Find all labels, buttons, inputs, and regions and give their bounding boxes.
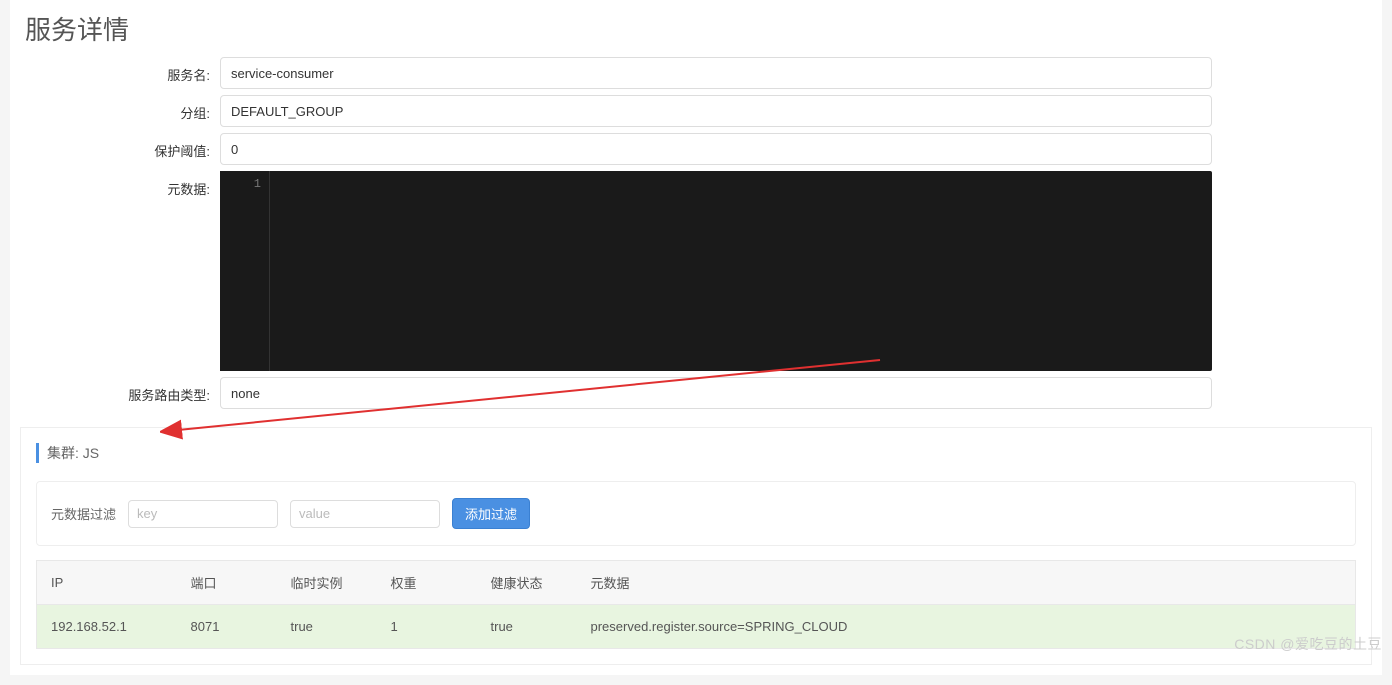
cell-weight: 1 (377, 605, 477, 649)
editor-gutter: 1 (220, 171, 270, 371)
editor-content[interactable] (270, 171, 1212, 371)
service-name-label: 服务名: (20, 57, 220, 84)
th-port: 端口 (177, 561, 277, 605)
protect-threshold-label: 保护阈值: (20, 133, 220, 160)
filter-key-input[interactable] (128, 500, 278, 528)
service-name-input[interactable] (220, 57, 1212, 89)
cell-metadata: preserved.register.source=SPRING_CLOUD (577, 605, 1356, 649)
add-filter-button[interactable]: 添加过滤 (452, 498, 530, 529)
cell-port: 8071 (177, 605, 277, 649)
page-title: 服务详情 (20, 0, 1372, 57)
route-type-label: 服务路由类型: (20, 377, 220, 404)
cluster-title-prefix: 集群: (47, 445, 79, 461)
cluster-name: JS (83, 445, 99, 461)
metadata-filter-label: 元数据过滤 (51, 504, 116, 523)
group-input[interactable] (220, 95, 1212, 127)
group-label: 分组: (20, 95, 220, 122)
instance-table: IP 端口 临时实例 权重 健康状态 元数据 192.168.52.1 8071… (36, 560, 1356, 649)
metadata-label: 元数据: (20, 171, 220, 198)
cell-health: true (477, 605, 577, 649)
th-health: 健康状态 (477, 561, 577, 605)
cluster-title: 集群: JS (36, 443, 1356, 463)
th-ip: IP (37, 561, 177, 605)
th-metadata: 元数据 (577, 561, 1356, 605)
route-type-input[interactable] (220, 377, 1212, 409)
metadata-editor[interactable]: 1 (220, 171, 1212, 371)
filter-value-input[interactable] (290, 500, 440, 528)
cluster-section: 集群: JS 元数据过滤 添加过滤 IP 端口 临时实例 权重 健康状态 元数据 (20, 427, 1372, 665)
table-row: 192.168.52.1 8071 true 1 true preserved.… (37, 605, 1356, 649)
th-ephemeral: 临时实例 (277, 561, 377, 605)
protect-threshold-input[interactable] (220, 133, 1212, 165)
th-weight: 权重 (377, 561, 477, 605)
cell-ephemeral: true (277, 605, 377, 649)
cell-ip: 192.168.52.1 (37, 605, 177, 649)
